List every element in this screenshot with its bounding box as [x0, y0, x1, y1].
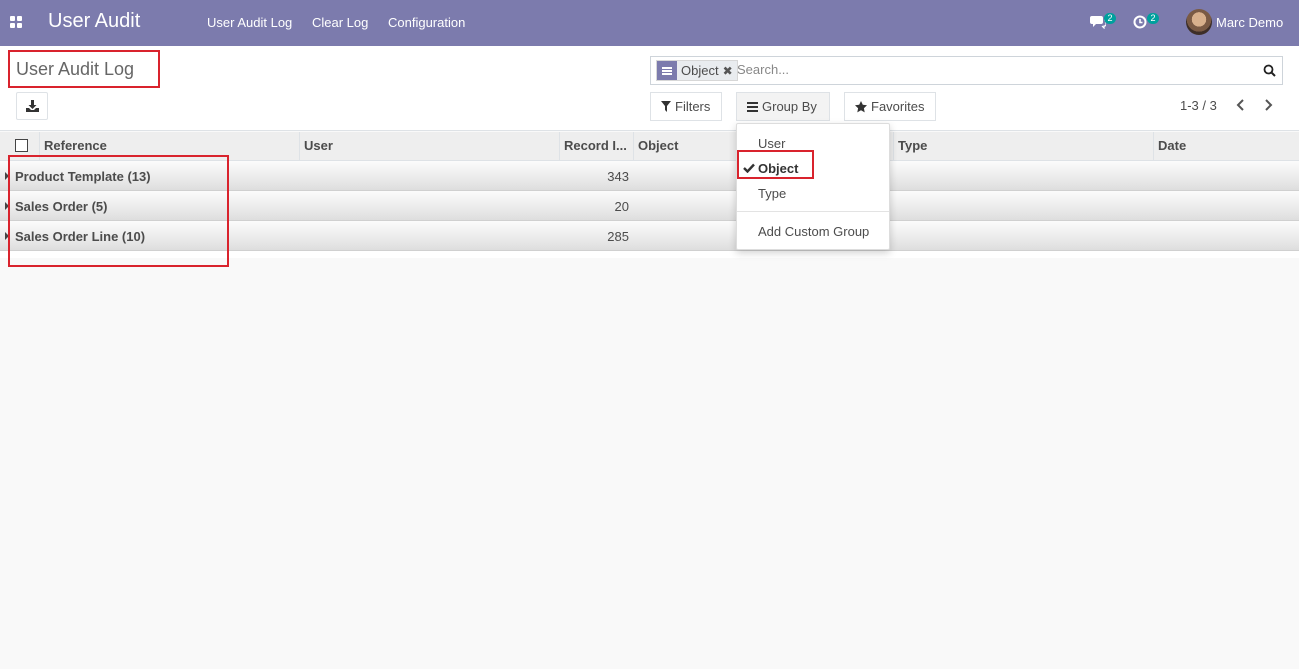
bars-icon: [747, 101, 758, 112]
group-by-option-user[interactable]: User: [758, 136, 785, 151]
user-avatar[interactable]: [1186, 9, 1212, 35]
search-bar: Object ✖: [650, 56, 1283, 85]
group-by-option-type[interactable]: Type: [758, 186, 786, 201]
menu-user-audit-log[interactable]: User Audit Log: [207, 15, 292, 30]
group-by-dropdown: User Object Type Add Custom Group: [736, 123, 890, 250]
column-date[interactable]: Date: [1154, 132, 1299, 161]
column-user[interactable]: User: [300, 132, 560, 161]
download-icon: [26, 100, 39, 112]
menu-configuration[interactable]: Configuration: [388, 15, 465, 30]
group-record-sum: 285: [607, 229, 629, 244]
column-type[interactable]: Type: [894, 132, 1154, 161]
dropdown-divider: [737, 211, 889, 212]
favorites-button[interactable]: Favorites: [844, 92, 936, 121]
group-record-sum: 343: [607, 169, 629, 184]
search-input[interactable]: [737, 62, 1237, 77]
pager-value[interactable]: 1-3 / 3: [1180, 98, 1217, 113]
facet-label: Object: [681, 63, 719, 78]
control-panel: User Audit Log Object ✖ Filters Group By…: [0, 46, 1299, 131]
group-by-button[interactable]: Group By: [736, 92, 830, 121]
clock-icon: [1133, 15, 1147, 29]
highlight-box-groups: [8, 155, 229, 267]
top-navbar: User Audit User Audit Log Clear Log Conf…: [0, 0, 1299, 46]
highlight-box-title: [8, 50, 160, 88]
app-brand[interactable]: User Audit: [48, 10, 140, 33]
select-all-checkbox[interactable]: [15, 139, 28, 152]
filter-icon: [661, 101, 671, 112]
group-by-label: Group By: [762, 99, 817, 114]
apps-menu-icon[interactable]: [10, 16, 22, 28]
messages-button[interactable]: 2: [1090, 0, 1120, 46]
filters-label: Filters: [675, 99, 711, 114]
star-icon: [855, 100, 867, 112]
menu-clear-log[interactable]: Clear Log: [312, 15, 368, 30]
facet-remove-icon[interactable]: ✖: [723, 64, 737, 78]
pager-next-icon[interactable]: [1261, 97, 1275, 113]
search-icon[interactable]: [1263, 64, 1276, 77]
favorites-label: Favorites: [871, 99, 925, 114]
group-record-sum: 20: [614, 199, 629, 214]
filters-button[interactable]: Filters: [650, 92, 722, 121]
group-by-facet-icon: [657, 61, 677, 80]
export-button[interactable]: [16, 92, 48, 120]
column-record-id[interactable]: Record I...: [560, 132, 634, 161]
user-menu-name[interactable]: Marc Demo: [1216, 15, 1283, 30]
pager-previous-icon[interactable]: [1234, 97, 1248, 113]
add-custom-group-button[interactable]: Add Custom Group: [758, 224, 869, 239]
highlight-box-object: [737, 150, 814, 179]
activities-button[interactable]: 2: [1133, 0, 1163, 46]
search-facet-object[interactable]: Object ✖: [656, 60, 738, 81]
messages-badge: 2: [1104, 13, 1116, 24]
activities-badge: 2: [1147, 13, 1159, 24]
